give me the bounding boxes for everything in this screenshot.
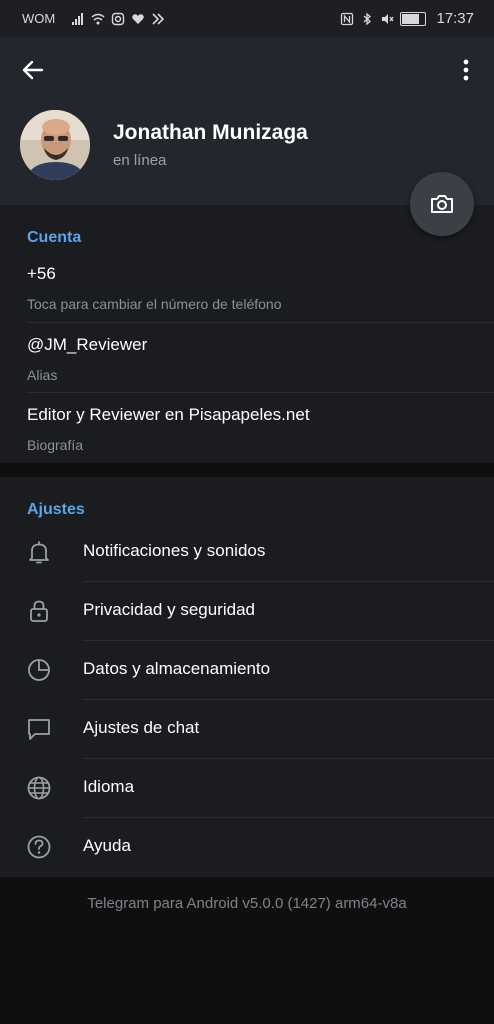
settings-item-label: Privacidad y seguridad — [83, 600, 255, 619]
settings-item-label: Ayuda — [83, 836, 131, 855]
username-item[interactable]: @JM_Reviewer Alias — [0, 335, 494, 405]
bio-item[interactable]: Editor y Reviewer en Pisapapeles.net Bio… — [0, 405, 494, 475]
settings-item-help[interactable]: Ayuda — [0, 818, 494, 877]
battery-icon — [400, 11, 427, 26]
back-button[interactable] — [20, 57, 46, 83]
username-value: @JM_Reviewer — [27, 335, 148, 354]
bluetooth-icon — [360, 12, 374, 26]
set-photo-button[interactable] — [410, 172, 474, 236]
status-bar: WOM 17:37 — [0, 0, 494, 37]
profile-name: Jonathan Munizaga — [113, 121, 308, 144]
account-section-title: Cuenta — [27, 229, 82, 246]
instagram-icon — [111, 12, 125, 26]
divider — [27, 322, 494, 323]
settings-item-data-storage[interactable]: Datos y almacenamiento — [0, 641, 494, 700]
bio-value: Editor y Reviewer en Pisapapeles.net — [27, 405, 310, 424]
carrier-label: WOM — [22, 11, 56, 26]
phone-number-caption: Toca para cambiar el número de teléfono — [27, 296, 282, 312]
username-caption: Alias — [27, 367, 58, 383]
divider — [27, 392, 494, 393]
settings-item-label: Ajustes de chat — [83, 718, 200, 737]
heart-icon — [131, 12, 145, 26]
bio-caption: Biografía — [27, 437, 84, 453]
status-bar-left: WOM — [22, 11, 165, 26]
settings-item-chat[interactable]: Ajustes de chat — [0, 700, 494, 759]
avatar-photo-icon — [20, 110, 90, 180]
bell-icon — [29, 541, 49, 564]
version-footer: Telegram para Android v5.0.0 (1427) arm6… — [87, 895, 407, 912]
clock: 17:37 — [436, 10, 474, 27]
pie-chart-icon — [28, 659, 50, 681]
mute-icon — [380, 12, 394, 26]
profile-status: en línea — [113, 152, 167, 169]
back-arrow-icon — [22, 60, 44, 80]
avatar[interactable] — [20, 110, 90, 180]
help-icon — [27, 835, 51, 859]
settings-section: Ajustes Notificaciones y sonidos Privaci… — [0, 477, 494, 877]
status-bar-right: 17:37 — [340, 10, 474, 27]
chat-bubble-icon — [28, 719, 50, 740]
account-section: Cuenta +56 Toca para cambiar el número d… — [0, 205, 494, 463]
settings-item-label: Idioma — [83, 777, 135, 796]
settings-item-notifications[interactable]: Notificaciones y sonidos — [0, 523, 494, 582]
signal-icon — [71, 12, 85, 26]
settings-item-label: Datos y almacenamiento — [83, 659, 271, 678]
phone-number-value: +56 — [27, 264, 56, 283]
lock-icon — [30, 600, 48, 622]
more-vertical-icon — [463, 59, 469, 81]
settings-item-privacy[interactable]: Privacidad y seguridad — [0, 582, 494, 641]
wifi-icon — [91, 12, 105, 26]
phone-number-item[interactable]: +56 Toca para cambiar el número de teléf… — [0, 264, 494, 334]
settings-item-label: Notificaciones y sonidos — [83, 541, 266, 560]
nfc-icon — [340, 12, 354, 26]
globe-icon — [27, 776, 51, 800]
more-options-button[interactable] — [456, 57, 476, 83]
settings-item-language[interactable]: Idioma — [0, 759, 494, 818]
camera-icon — [431, 195, 453, 213]
settings-section-title: Ajustes — [27, 501, 85, 518]
app-icon — [151, 12, 165, 26]
